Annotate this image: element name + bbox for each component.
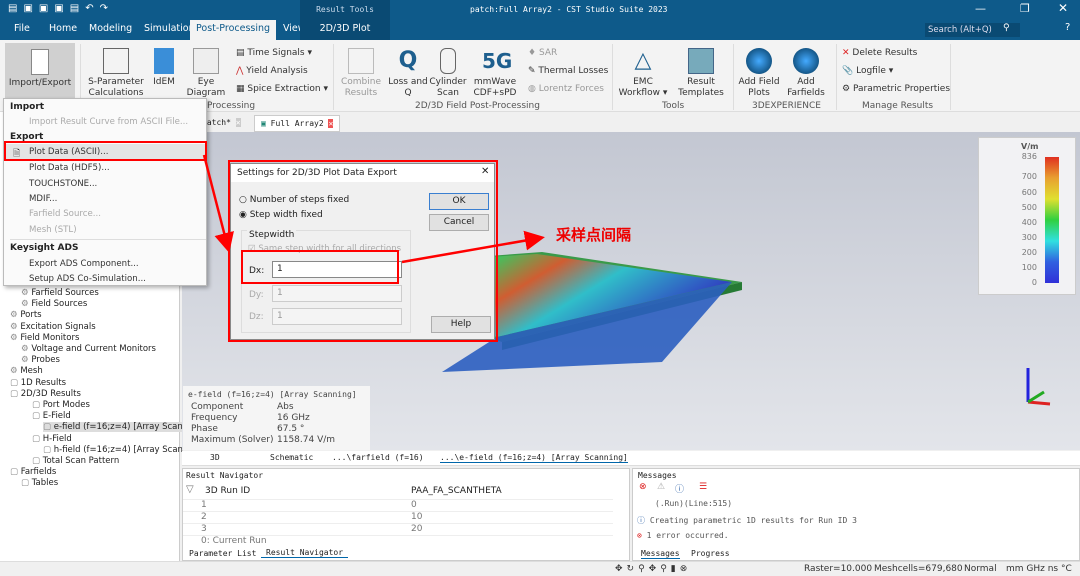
annotation-label: 采样点间隔 [556, 226, 632, 244]
arrow [202, 154, 234, 253]
arrow [401, 230, 545, 264]
annotation-arrows [202, 154, 545, 264]
